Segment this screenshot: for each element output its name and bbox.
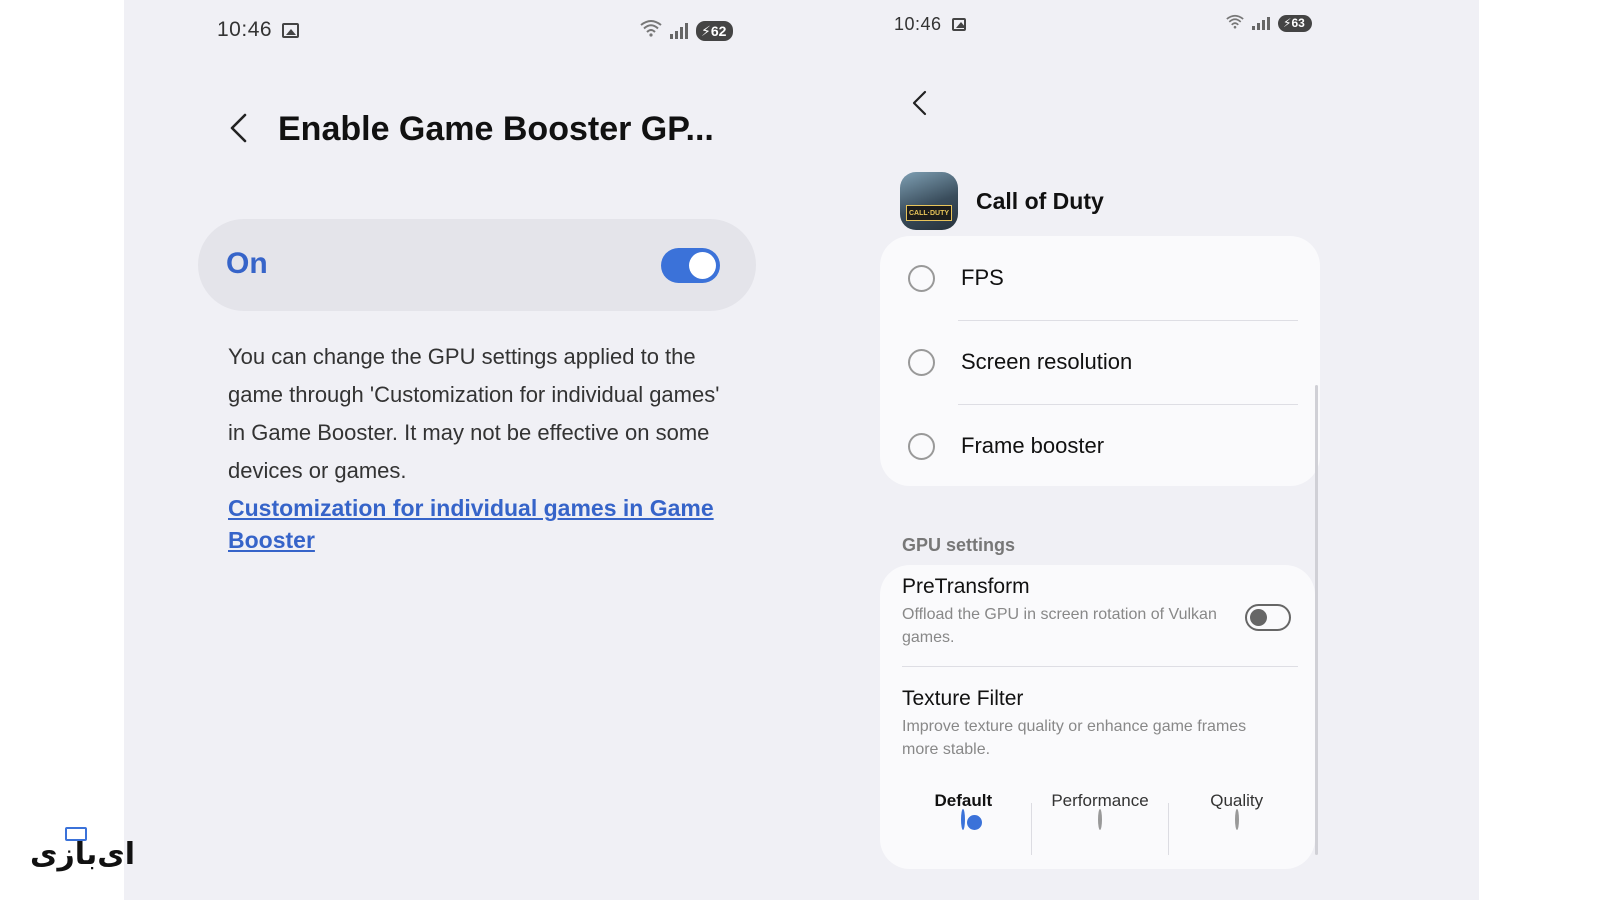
battery-icon: ⚡62 bbox=[696, 20, 734, 41]
texture-filter-title: Texture Filter bbox=[902, 687, 1024, 710]
radio-button[interactable] bbox=[908, 348, 935, 376]
gpu-settings-card: PreTransform Offload the GPU in screen r… bbox=[880, 565, 1315, 869]
option-label: Performance bbox=[1051, 791, 1149, 810]
status-time: 10:46 bbox=[217, 18, 273, 41]
status-icons-left: ⚡62 bbox=[640, 19, 734, 42]
option-label: FPS bbox=[961, 265, 1004, 290]
pretransform-toggle-switch[interactable] bbox=[1245, 604, 1291, 631]
watermark-accent bbox=[65, 827, 87, 841]
battery-icon: ⚡63 bbox=[1278, 15, 1312, 32]
radio-button[interactable] bbox=[1234, 809, 1239, 830]
list-item-screen-resolution[interactable]: Screen resolution bbox=[908, 320, 1298, 404]
status-bar-right: 10:46 bbox=[894, 12, 966, 36]
option-label: Default bbox=[934, 791, 993, 810]
toggle-label: On bbox=[226, 247, 268, 280]
texture-option-default[interactable]: Default bbox=[895, 785, 1032, 855]
game-header: CALL·DUTY Call of Duty bbox=[900, 172, 1104, 230]
options-card: FPS Screen resolution Frame booster bbox=[880, 236, 1320, 486]
signal-icon bbox=[1252, 17, 1270, 30]
radio-button[interactable] bbox=[1098, 809, 1102, 830]
toggle-knob bbox=[1250, 609, 1267, 626]
enable-toggle-switch[interactable] bbox=[661, 248, 720, 283]
customization-link[interactable]: Customization for individual games in Ga… bbox=[228, 492, 728, 556]
pretransform-title: PreTransform bbox=[902, 575, 1030, 598]
texture-option-performance[interactable]: Performance bbox=[1032, 785, 1169, 855]
battery-level: 62 bbox=[710, 22, 727, 39]
page-title: Enable Game Booster GP... bbox=[278, 110, 714, 148]
texture-filter-options: Default Performance Quality bbox=[895, 785, 1305, 855]
radio-button[interactable] bbox=[908, 264, 935, 292]
pretransform-subtitle: Offload the GPU in screen rotation of Vu… bbox=[902, 606, 1217, 646]
wifi-icon bbox=[640, 19, 662, 42]
texture-filter-subtitle: Improve texture quality or enhance game … bbox=[902, 718, 1247, 758]
radio-button-selected[interactable] bbox=[961, 809, 966, 830]
gpu-settings-header: GPU settings bbox=[902, 535, 1016, 555]
wifi-icon bbox=[1226, 13, 1244, 34]
option-label: Screen resolution bbox=[961, 349, 1133, 374]
option-label: Frame booster bbox=[961, 433, 1105, 458]
watermark-text: ای‌بازی bbox=[30, 837, 136, 872]
back-arrow-icon[interactable] bbox=[910, 90, 928, 116]
list-item-frame-booster[interactable]: Frame booster bbox=[908, 404, 1298, 488]
option-label: Quality bbox=[1210, 791, 1264, 810]
signal-icon bbox=[670, 22, 688, 39]
gallery-icon bbox=[951, 17, 966, 31]
scrollbar[interactable] bbox=[1315, 385, 1318, 855]
game-app-icon: CALL·DUTY bbox=[900, 172, 958, 230]
status-icons-right: ⚡63 bbox=[1226, 13, 1312, 34]
gallery-icon bbox=[282, 22, 300, 38]
status-time: 10:46 bbox=[894, 13, 942, 34]
back-arrow-icon[interactable] bbox=[227, 113, 249, 143]
game-icon-logo: CALL·DUTY bbox=[906, 205, 952, 221]
divider bbox=[902, 666, 1298, 667]
left-phone-screen: 10:46 ⚡62 Enable Game Booster GP... On Y… bbox=[124, 0, 774, 900]
list-item-fps[interactable]: FPS bbox=[908, 236, 1298, 320]
description-text: You can change the GPU settings applied … bbox=[228, 344, 720, 483]
site-watermark-logo: ای‌بازی bbox=[30, 827, 135, 877]
radio-button[interactable] bbox=[908, 432, 935, 460]
toggle-knob bbox=[689, 252, 716, 279]
texture-option-quality[interactable]: Quality bbox=[1168, 785, 1305, 855]
status-bar-left: 10:46 bbox=[217, 18, 300, 42]
battery-level: 63 bbox=[1291, 16, 1305, 30]
on-toggle-card[interactable]: On bbox=[198, 219, 756, 311]
game-name: Call of Duty bbox=[976, 187, 1104, 214]
right-phone-screen: 10:46 ⚡63 CALL·DUTY Call of Duty FPS Scr… bbox=[880, 0, 1350, 900]
